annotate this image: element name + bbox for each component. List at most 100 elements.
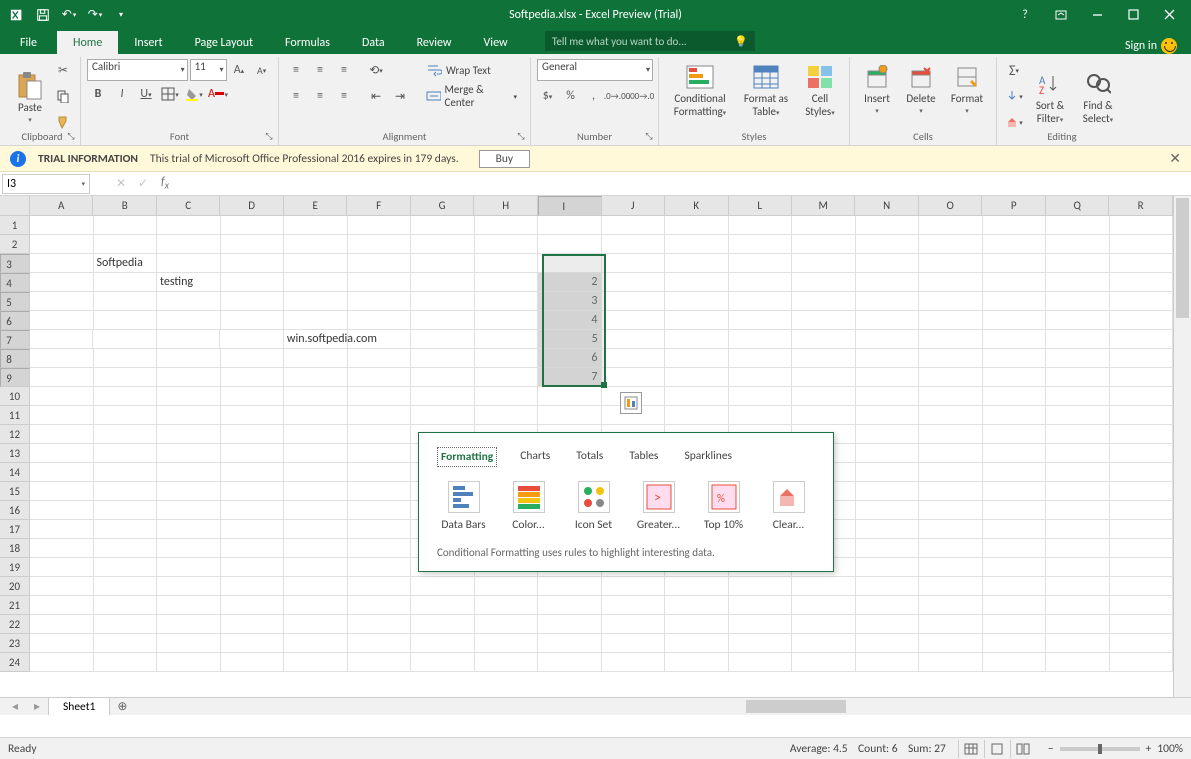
cell[interactable] bbox=[1046, 634, 1110, 653]
cell[interactable] bbox=[284, 615, 348, 634]
cell[interactable] bbox=[856, 311, 920, 330]
cell[interactable] bbox=[475, 216, 539, 235]
cell[interactable] bbox=[602, 596, 666, 615]
cell[interactable] bbox=[411, 254, 475, 273]
cell[interactable] bbox=[411, 615, 475, 634]
cell[interactable] bbox=[1110, 634, 1174, 653]
cell[interactable] bbox=[348, 444, 412, 463]
cell[interactable] bbox=[983, 406, 1047, 425]
cell[interactable] bbox=[284, 235, 348, 254]
redo-icon[interactable]: ↷▾ bbox=[84, 4, 106, 26]
cell[interactable] bbox=[348, 596, 412, 615]
cell[interactable] bbox=[919, 444, 983, 463]
cell[interactable] bbox=[983, 558, 1047, 577]
cell[interactable] bbox=[856, 634, 920, 653]
cell[interactable] bbox=[157, 349, 221, 368]
cell[interactable] bbox=[983, 634, 1047, 653]
cell[interactable] bbox=[348, 425, 412, 444]
cell[interactable] bbox=[983, 254, 1047, 273]
cell[interactable] bbox=[30, 254, 94, 273]
tell-me-search[interactable]: Tell me what you want to do... 💡 bbox=[545, 31, 755, 51]
row-header[interactable]: 6 bbox=[0, 311, 30, 330]
cell[interactable] bbox=[475, 577, 539, 596]
cell[interactable] bbox=[475, 254, 539, 273]
column-header[interactable]: F bbox=[347, 196, 410, 216]
smiley-icon[interactable] bbox=[1161, 38, 1177, 54]
cell[interactable] bbox=[30, 539, 94, 558]
cell[interactable] bbox=[94, 520, 158, 539]
row-header[interactable]: 22 bbox=[0, 615, 30, 634]
cell[interactable] bbox=[856, 406, 920, 425]
align-right-icon[interactable]: ≡ bbox=[333, 85, 355, 107]
format-as-table-button[interactable]: Format as Table▾ bbox=[737, 59, 795, 118]
cell-styles-button[interactable]: Cell Styles▾ bbox=[797, 59, 843, 118]
zoom-out-button[interactable]: − bbox=[1048, 742, 1054, 756]
cell[interactable] bbox=[919, 406, 983, 425]
cell[interactable] bbox=[1110, 520, 1174, 539]
cell[interactable] bbox=[30, 596, 94, 615]
cell[interactable] bbox=[856, 615, 920, 634]
cell[interactable] bbox=[284, 539, 348, 558]
cell[interactable] bbox=[538, 596, 602, 615]
qa-clear[interactable]: Clear... bbox=[762, 481, 815, 532]
cell[interactable] bbox=[983, 539, 1047, 558]
cell[interactable] bbox=[411, 368, 475, 387]
align-middle-icon[interactable]: ≡ bbox=[309, 59, 331, 81]
column-header[interactable]: C bbox=[157, 196, 220, 216]
cell[interactable] bbox=[792, 254, 856, 273]
cell[interactable] bbox=[157, 387, 221, 406]
view-page-layout-icon[interactable] bbox=[984, 740, 1010, 758]
tab-review[interactable]: Review bbox=[401, 31, 468, 54]
cell[interactable] bbox=[919, 349, 983, 368]
paste-button[interactable]: Paste ▾ bbox=[10, 68, 50, 124]
cell[interactable] bbox=[221, 482, 285, 501]
cell[interactable] bbox=[30, 406, 94, 425]
cell[interactable] bbox=[348, 482, 412, 501]
qa-tab-tables[interactable]: Tables bbox=[626, 447, 661, 467]
cell[interactable] bbox=[856, 596, 920, 615]
decrease-indent-icon[interactable]: ⇤ bbox=[365, 85, 387, 107]
cell[interactable] bbox=[856, 653, 920, 672]
cell[interactable] bbox=[792, 292, 856, 311]
cell[interactable] bbox=[856, 577, 920, 596]
cell[interactable] bbox=[856, 501, 920, 520]
cell[interactable] bbox=[411, 653, 475, 672]
fill-color-button[interactable]: ▾ bbox=[183, 83, 205, 105]
cell[interactable] bbox=[30, 463, 94, 482]
column-header[interactable]: K bbox=[665, 196, 728, 216]
cell[interactable] bbox=[411, 216, 475, 235]
cell[interactable] bbox=[919, 653, 983, 672]
cell[interactable] bbox=[221, 368, 285, 387]
cell[interactable] bbox=[94, 292, 158, 311]
cell[interactable] bbox=[94, 539, 158, 558]
excel-icon[interactable] bbox=[6, 4, 28, 26]
tab-data[interactable]: Data bbox=[346, 31, 401, 54]
undo-icon[interactable]: ↶▾ bbox=[58, 4, 80, 26]
cell[interactable] bbox=[221, 444, 285, 463]
number-launcher[interactable]: ⤡ bbox=[642, 129, 656, 143]
cell[interactable] bbox=[348, 292, 412, 311]
name-box[interactable]: I3▾ bbox=[2, 174, 90, 194]
cell[interactable] bbox=[348, 406, 412, 425]
cell[interactable] bbox=[1110, 311, 1174, 330]
cell[interactable] bbox=[93, 330, 156, 349]
column-header[interactable]: H bbox=[474, 196, 537, 216]
cell[interactable] bbox=[221, 463, 285, 482]
cell[interactable] bbox=[94, 463, 158, 482]
cell[interactable] bbox=[475, 292, 539, 311]
cell[interactable] bbox=[856, 216, 920, 235]
cell[interactable] bbox=[919, 634, 983, 653]
cell[interactable] bbox=[983, 577, 1047, 596]
cell[interactable] bbox=[30, 368, 94, 387]
close-icon[interactable] bbox=[1155, 4, 1183, 26]
cell[interactable] bbox=[792, 330, 855, 349]
cell[interactable] bbox=[475, 349, 539, 368]
cell[interactable] bbox=[792, 368, 856, 387]
cell[interactable] bbox=[919, 292, 983, 311]
tab-insert[interactable]: Insert bbox=[118, 31, 178, 54]
cell[interactable] bbox=[348, 349, 412, 368]
cell[interactable] bbox=[856, 292, 920, 311]
cell[interactable] bbox=[1046, 596, 1110, 615]
cell[interactable] bbox=[30, 273, 94, 292]
cell[interactable] bbox=[919, 254, 983, 273]
